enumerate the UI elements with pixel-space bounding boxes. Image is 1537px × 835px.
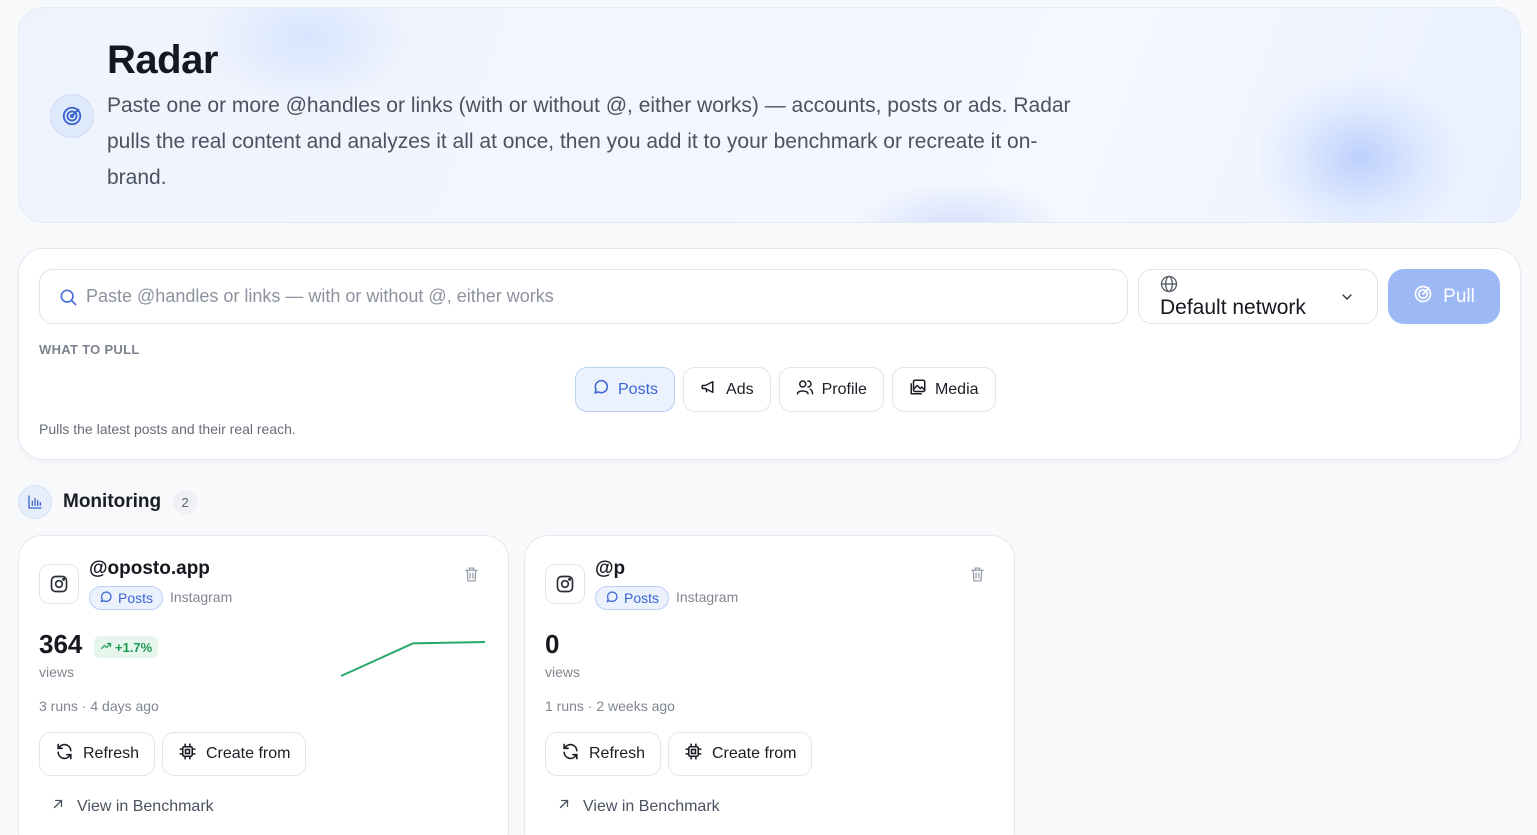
chip-media[interactable]: Media: [891, 367, 996, 412]
create-from-button[interactable]: Create from: [162, 732, 307, 776]
views-metric: 364: [39, 629, 83, 659]
what-to-pull-label: WHAT TO PULL: [39, 342, 140, 357]
page-title: Radar: [107, 38, 218, 82]
metric-unit: views: [39, 664, 75, 680]
chip-label: Posts: [618, 380, 659, 398]
radar-icon: [50, 94, 94, 138]
monitoring-title: Monitoring: [63, 491, 162, 512]
sparkline-chart: [340, 641, 486, 677]
chat-bubble-icon: [592, 378, 610, 401]
instagram-icon: [39, 564, 79, 604]
network-value: Default network: [1160, 296, 1306, 319]
chip-icon: [684, 742, 703, 766]
monitoring-header: Monitoring 2: [18, 485, 198, 519]
chat-bubble-icon: [99, 590, 113, 607]
trash-icon[interactable]: [969, 566, 986, 588]
megaphone-icon: [700, 378, 718, 401]
create-from-button[interactable]: Create from: [668, 732, 813, 776]
trend-badge: +1.7%: [94, 636, 159, 658]
refresh-button[interactable]: Refresh: [39, 732, 156, 776]
refresh-label: Refresh: [589, 745, 646, 762]
refresh-button[interactable]: Refresh: [545, 732, 662, 776]
type-badge: Posts: [89, 586, 164, 610]
search-icon: [58, 287, 78, 307]
chip-label: Profile: [821, 380, 867, 398]
trash-icon[interactable]: [463, 566, 480, 588]
link-label: View in Benchmark: [77, 797, 214, 815]
monitor-card: @p Posts Instagram 0 views 1 runs · 2 we…: [524, 535, 1015, 835]
type-badge-label: Posts: [118, 590, 154, 606]
account-handle: @p: [595, 558, 626, 579]
pull-button-label: Pull: [1443, 285, 1475, 307]
chip-label: Ads: [726, 380, 754, 398]
chip-profile[interactable]: Profile: [778, 367, 884, 412]
search-box[interactable]: [39, 269, 1128, 324]
chat-bubble-icon: [605, 590, 619, 607]
platform-label: Instagram: [170, 589, 233, 605]
view-in-benchmark-link[interactable]: View in Benchmark: [557, 797, 720, 816]
view-in-benchmark-link[interactable]: View in Benchmark: [51, 797, 214, 816]
chip-label: Media: [934, 380, 979, 398]
account-handle: @oposto.app: [89, 558, 210, 579]
create-from-label: Create from: [206, 745, 291, 762]
sparkline-line: [340, 641, 486, 677]
radar-icon: [1413, 284, 1433, 310]
link-label: View in Benchmark: [583, 797, 720, 815]
monitor-card: @oposto.app Posts Instagram 364 +1.7% vi…: [18, 535, 509, 835]
chip-ads[interactable]: Ads: [683, 367, 771, 412]
refresh-label: Refresh: [83, 745, 140, 762]
chevron-down-icon: [1339, 289, 1355, 310]
network-select[interactable]: Default network: [1138, 269, 1378, 324]
chip-icon: [178, 742, 197, 766]
type-badge: Posts: [595, 586, 670, 610]
monitoring-count: 2: [173, 490, 198, 514]
chip-posts[interactable]: Posts: [575, 367, 676, 412]
instagram-icon: [545, 564, 585, 604]
pull-hint: Pulls the latest posts and their real re…: [39, 421, 296, 437]
arrow-up-right-icon: [557, 797, 571, 816]
run-info: 1 runs · 2 weeks ago: [545, 698, 675, 714]
type-badge-label: Posts: [624, 590, 660, 606]
trend-value: +1.7%: [115, 639, 153, 655]
views-metric: 0: [545, 629, 560, 659]
platform-label: Instagram: [676, 589, 739, 605]
images-icon: [909, 378, 927, 401]
users-icon: [796, 378, 814, 401]
page-description: Paste one or more @handles or links (wit…: [107, 94, 1071, 189]
run-info: 3 runs · 4 days ago: [39, 698, 159, 714]
metric-unit: views: [545, 664, 581, 680]
arrow-up-right-icon: [51, 797, 65, 816]
refresh-icon: [55, 742, 74, 766]
pull-button[interactable]: Pull: [1388, 269, 1500, 324]
trend-up-icon: [100, 640, 112, 655]
search-input[interactable]: [86, 286, 1127, 307]
hero-glow: [1260, 78, 1460, 222]
refresh-icon: [561, 742, 580, 766]
bar-chart-icon: [18, 485, 52, 519]
pull-panel: Default network Pull WHAT TO PULL Posts …: [18, 248, 1521, 460]
pull-type-chips: Posts Ads Profile Media: [575, 367, 996, 412]
create-from-label: Create from: [712, 745, 797, 762]
radar-hero: Radar Paste one or more @handles or link…: [18, 7, 1521, 223]
